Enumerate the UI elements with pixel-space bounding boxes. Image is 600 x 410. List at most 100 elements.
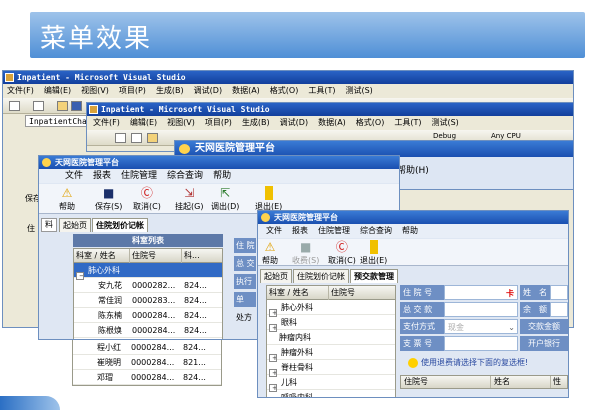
menu-file[interactable]: 文件(F) [7, 84, 34, 98]
recall-button[interactable]: ⇱ 调出(D) [211, 186, 239, 212]
pay-method-select[interactable]: 现金 ⌄ [444, 319, 518, 334]
col-gender[interactable]: 性 [551, 376, 563, 388]
hold-button[interactable]: ⇲ 挂起(G) [175, 186, 203, 212]
menu-test[interactable]: 测试(S) [431, 116, 458, 130]
add-item-icon[interactable] [131, 133, 142, 143]
col-dept-name[interactable]: 科室 / 姓名 [74, 249, 130, 263]
menu-format[interactable]: 格式(O) [356, 116, 385, 130]
table-row[interactable]: 崔晓明 0000284... 821... [73, 355, 221, 370]
new-project-icon[interactable] [115, 133, 126, 143]
menu-edit[interactable]: 编辑(E) [44, 84, 71, 98]
menu-project[interactable]: 项目(P) [205, 116, 232, 130]
label-order: 单 [234, 292, 256, 307]
menu-edit[interactable]: 编辑(E) [130, 116, 157, 130]
menu-tools[interactable]: 工具(T) [394, 116, 421, 130]
menu-project[interactable]: 项目(P) [119, 84, 146, 98]
exit-button[interactable]: 退出(E) [255, 186, 282, 212]
menu-query[interactable]: 综合查询 [360, 226, 392, 235]
chevron-down-icon: ⌄ [508, 323, 515, 332]
menu-report[interactable]: 报表 [93, 171, 111, 181]
menu-help[interactable]: 帮助 [213, 171, 231, 181]
menu-report[interactable]: 报表 [292, 226, 308, 235]
exit-button[interactable]: 退出(E) [360, 240, 387, 266]
col-inpatient-no[interactable]: 住院号 [401, 376, 491, 388]
table-row[interactable]: 陈根焕 0000284... 824... [74, 323, 222, 338]
menu-debug[interactable]: 调试(D) [194, 84, 222, 98]
save-button[interactable]: ■ 保存(S) [95, 186, 122, 212]
col-dept-name[interactable]: 科室 / 姓名 [267, 286, 329, 300]
table-row[interactable]: 程小红 0000284... 824... [73, 340, 221, 355]
table-row[interactable]: −肺心外科 [74, 263, 222, 280]
vs-window-back-titlebar[interactable]: Inpatient - Microsoft Visual Studio [3, 71, 573, 84]
menu-debug[interactable]: 调试(D) [280, 116, 308, 130]
menu-inpatient[interactable]: 住院管理 [318, 226, 350, 235]
exit-door-icon [369, 240, 378, 254]
open-folder-icon[interactable] [57, 101, 68, 111]
tab-start[interactable]: 起始页 [260, 269, 292, 283]
menu-help[interactable]: 帮助(H) [397, 163, 429, 176]
menu-file[interactable]: 文件 [65, 171, 83, 181]
cheque-no-input[interactable] [444, 336, 518, 351]
table-row[interactable]: 陈东楠 0000284... 824... [74, 308, 222, 323]
tree-row[interactable]: +肿瘤外科 [267, 345, 395, 362]
cancel-button[interactable]: Ⓒ 取消(C) [328, 240, 356, 266]
charge-button[interactable]: ■ 收费(S) [292, 240, 319, 266]
help-button[interactable]: ⚠ 帮助 [59, 186, 75, 212]
menu-build[interactable]: 生成(B) [156, 84, 184, 98]
tab-start[interactable]: 起始页 [59, 218, 91, 232]
platform-dropdown[interactable]: Any CPU [491, 132, 521, 140]
cancel-button[interactable]: Ⓒ 取消(C) [133, 186, 161, 212]
table-row[interactable]: 邓瑁 0000284... 824... [73, 370, 221, 385]
menu-help[interactable]: 帮助 [402, 226, 418, 235]
tree-row[interactable]: +肺心外科 [267, 300, 395, 317]
dept-patient-grid: 科室 / 姓名住院号科... −肺心外科 安九花0000282...824...… [73, 248, 223, 339]
col-inpatient-no[interactable]: 住院号 [130, 249, 182, 263]
menu-query[interactable]: 综合查询 [167, 171, 203, 181]
save-icon: ■ [102, 186, 115, 200]
menu-data[interactable]: 数据(A) [318, 116, 346, 130]
menu-test[interactable]: 测试(S) [345, 84, 372, 98]
vs-app-icon [5, 73, 14, 82]
vs-window-front-titlebar[interactable]: Inpatient - Microsoft Visual Studio [87, 103, 573, 116]
card-button[interactable]: 卡 [506, 286, 516, 301]
app1-titlebar[interactable]: 天网医院管理平台 [39, 156, 399, 169]
app1-menubar: 文件 报表 住院管理 综合查询 帮助 [39, 169, 399, 183]
tree-row[interactable]: +呼吸内科 [267, 390, 395, 397]
menu-build[interactable]: 生成(B) [242, 116, 270, 130]
refund-hint: 使用退费请选择下面的复选框! [408, 357, 528, 368]
col-name[interactable]: 姓名 [491, 376, 551, 388]
tree-row[interactable]: +脊柱骨科 [267, 360, 395, 377]
tree-row[interactable]: +眼科 [267, 315, 395, 332]
table-row[interactable]: 安九花 0000282... 824... [74, 278, 222, 293]
recall-icon: ⇱ [220, 186, 231, 200]
menu-view[interactable]: 视图(V) [81, 84, 109, 98]
table-row[interactable]: 常佳润 0000283... 824... [74, 293, 222, 308]
tree-row[interactable]: +儿科 [267, 375, 395, 392]
menu-inpatient[interactable]: 住院管理 [121, 171, 157, 181]
menu-file[interactable]: 文件(F) [93, 116, 120, 130]
tree-row[interactable]: 肿瘤内科 [267, 330, 395, 345]
menu-view[interactable]: 视图(V) [167, 116, 195, 130]
help-button[interactable]: ⚠ 帮助 [262, 240, 278, 266]
window-title: 天网医院管理平台 [55, 158, 119, 167]
tab-billing[interactable]: 住院划价记帐 [293, 269, 349, 283]
save-icon[interactable] [71, 101, 82, 111]
app2-titlebar[interactable]: 天网医院管理平台 [258, 211, 568, 224]
new-project-icon[interactable] [9, 101, 20, 111]
side-tab[interactable]: 料 [41, 218, 57, 232]
open-folder-icon[interactable] [147, 133, 158, 143]
window-title: 天网医院管理平台 [274, 213, 338, 222]
col-dept[interactable]: 科... [182, 249, 220, 263]
deposit-amount-label: 交款金额 [520, 319, 568, 334]
menu-data[interactable]: 数据(A) [232, 84, 260, 98]
add-item-icon[interactable] [33, 101, 44, 111]
name-field[interactable] [550, 285, 568, 300]
tab-billing[interactable]: 住院划价记帐 [92, 218, 148, 232]
col-inpatient-no[interactable]: 住院号 [329, 286, 391, 300]
app-logo-icon [261, 213, 270, 222]
config-dropdown[interactable]: Debug [433, 132, 456, 140]
menu-tools[interactable]: 工具(T) [308, 84, 335, 98]
menu-format[interactable]: 格式(O) [270, 84, 299, 98]
menu-file[interactable]: 文件 [266, 226, 282, 235]
tab-deposit[interactable]: 预交款管理 [350, 269, 398, 283]
